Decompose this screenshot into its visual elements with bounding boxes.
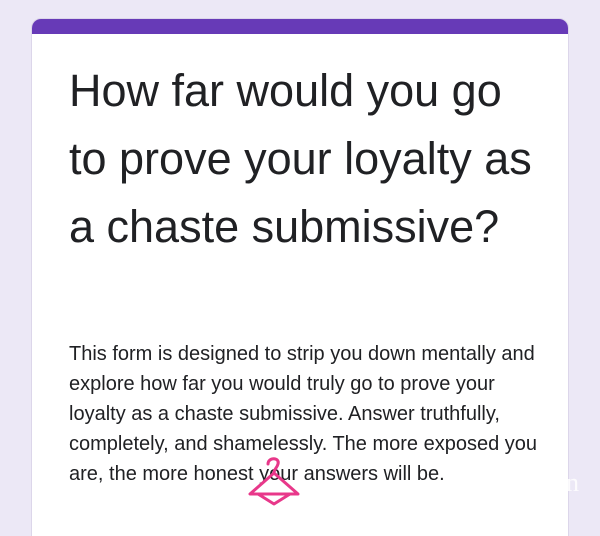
- page: How far would you go to prove your loyal…: [0, 0, 600, 536]
- form-accent-bar: [32, 19, 568, 34]
- form-description: This form is designed to strip you down …: [69, 343, 538, 485]
- form-header-card: How far would you go to prove your loyal…: [31, 18, 569, 536]
- form-title: How far would you go to prove your loyal…: [69, 65, 532, 252]
- watermark-text: n: [566, 468, 579, 497]
